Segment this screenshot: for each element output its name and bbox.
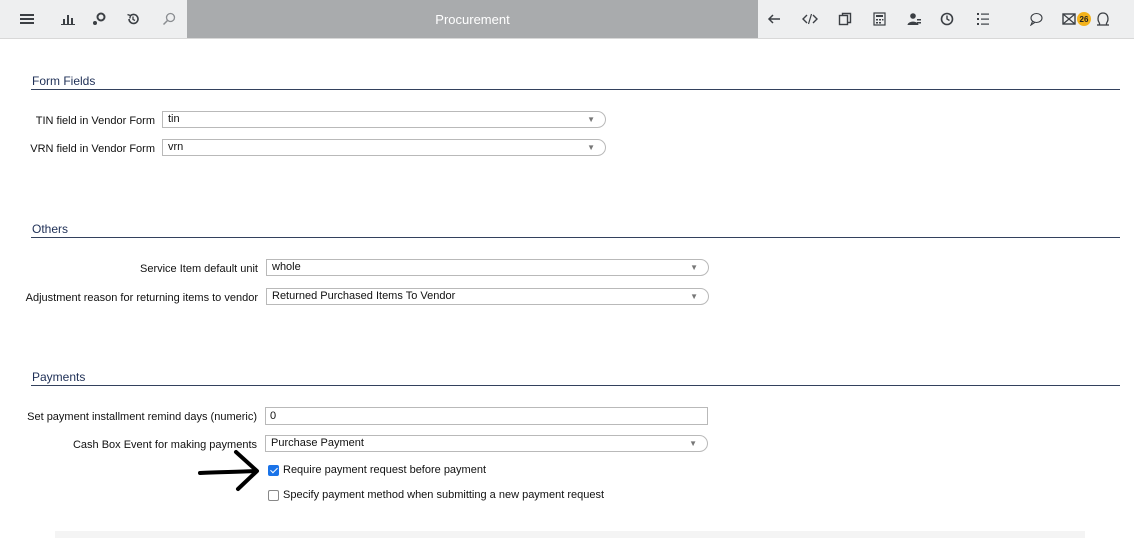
- chevron-down-icon: ▼: [689, 439, 697, 448]
- vrn-field-select[interactable]: vrn ▼: [162, 139, 606, 156]
- comment-icon[interactable]: [1027, 10, 1045, 28]
- copy-icon[interactable]: [836, 10, 854, 28]
- tin-field-select[interactable]: tin ▼: [162, 111, 606, 128]
- section-title-form-fields: Form Fields: [32, 74, 96, 88]
- section-divider: [31, 237, 1120, 238]
- back-arrow-icon[interactable]: [765, 10, 783, 28]
- service-unit-value: whole: [272, 261, 301, 273]
- notification-badge[interactable]: 26: [1077, 12, 1091, 26]
- remind-days-label: Set payment installment remind days (num…: [27, 411, 257, 423]
- history-icon[interactable]: [124, 10, 142, 28]
- vrn-field-value: vrn: [168, 141, 184, 153]
- list-icon[interactable]: [974, 10, 992, 28]
- top-toolbar: Procurement 26: [0, 0, 1134, 39]
- service-unit-select[interactable]: whole ▼: [266, 259, 709, 276]
- calculator-icon[interactable]: [870, 10, 888, 28]
- adjustment-reason-select[interactable]: Returned Purchased Items To Vendor ▼: [266, 288, 709, 305]
- specify-payment-method-label[interactable]: Specify payment method when submitting a…: [283, 489, 604, 501]
- chart-icon[interactable]: [59, 10, 77, 28]
- cash-box-event-value: Purchase Payment: [271, 437, 364, 449]
- vrn-field-label: VRN field in Vendor Form: [30, 143, 155, 155]
- require-payment-request-checkbox[interactable]: [268, 465, 279, 476]
- mail-icon[interactable]: [1060, 10, 1078, 28]
- tin-field-label: TIN field in Vendor Form: [35, 115, 155, 127]
- section-divider: [31, 385, 1120, 386]
- chevron-down-icon: ▼: [587, 115, 595, 124]
- footer-strip: [55, 531, 1085, 538]
- section-title-others: Others: [32, 222, 69, 236]
- annotation-arrow-icon: [198, 450, 259, 491]
- chevron-down-icon: ▼: [690, 263, 698, 272]
- cash-box-event-select[interactable]: Purchase Payment ▼: [265, 435, 708, 452]
- chevron-down-icon: ▼: [587, 143, 595, 152]
- clock-icon[interactable]: [938, 10, 956, 28]
- user-icon[interactable]: [1094, 10, 1112, 28]
- adjustment-reason-label: Adjustment reason for returning items to…: [25, 292, 258, 304]
- service-unit-label: Service Item default unit: [139, 263, 258, 275]
- code-icon[interactable]: [801, 10, 819, 28]
- chevron-down-icon: ▼: [690, 292, 698, 301]
- adjustment-reason-value: Returned Purchased Items To Vendor: [272, 290, 456, 302]
- tin-field-value: tin: [168, 113, 180, 125]
- specify-payment-method-checkbox[interactable]: [268, 490, 279, 501]
- remind-days-input[interactable]: 0: [265, 407, 708, 425]
- require-payment-request-label[interactable]: Require payment request before payment: [283, 464, 486, 476]
- search-icon[interactable]: [160, 10, 178, 28]
- section-title-payments: Payments: [32, 370, 86, 384]
- section-divider: [31, 89, 1120, 90]
- menu-icon[interactable]: [18, 10, 36, 28]
- tools-icon[interactable]: [90, 10, 108, 28]
- users-icon[interactable]: [905, 10, 923, 28]
- page-title: Procurement: [187, 0, 758, 38]
